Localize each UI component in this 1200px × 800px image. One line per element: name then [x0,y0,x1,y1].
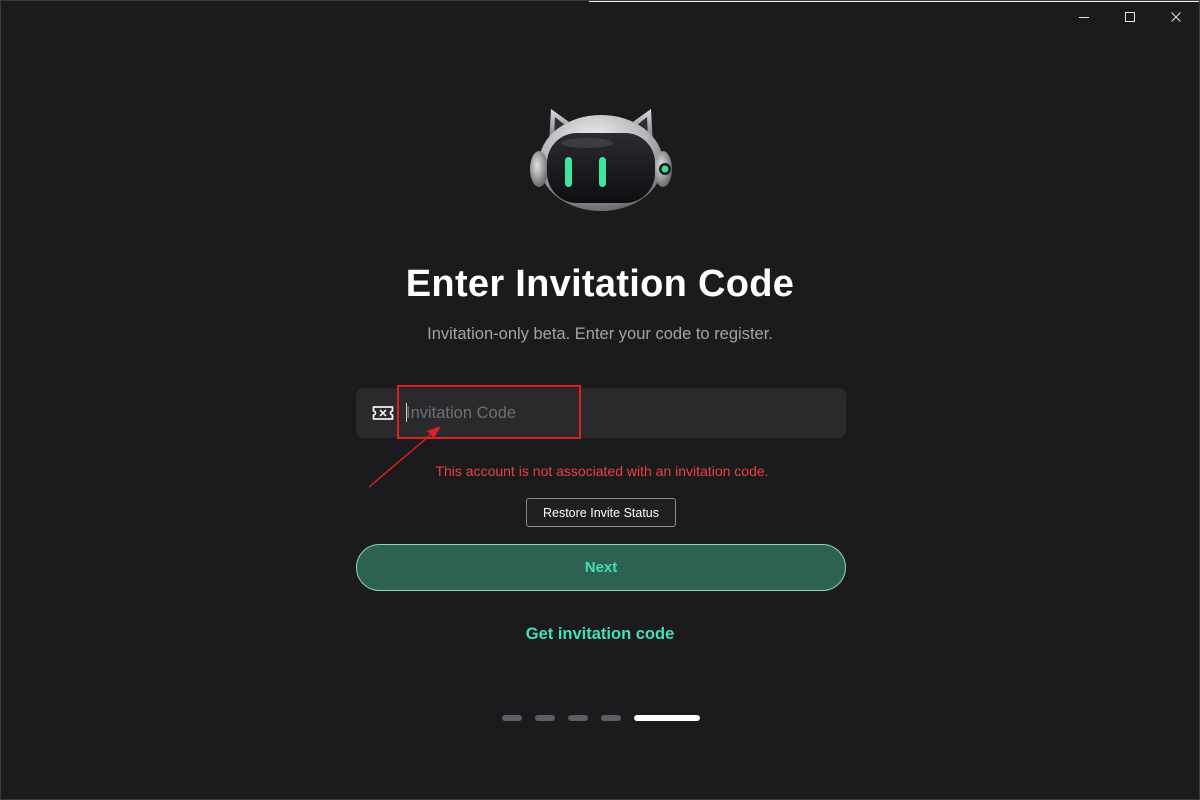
restore-invite-status-button[interactable]: Restore Invite Status [526,498,676,527]
close-button[interactable] [1153,1,1199,33]
maximize-icon [1125,12,1135,22]
app-window: Enter Invitation Code Invitation-only be… [0,0,1200,800]
annotation-arrow-icon [368,426,441,488]
step-dot [601,715,621,721]
page-title: Enter Invitation Code [405,263,795,305]
next-button[interactable]: Next [356,544,846,591]
maximize-button[interactable] [1107,1,1153,33]
close-icon [1171,12,1181,22]
step-indicator [502,715,700,721]
robot-cat-mascot-icon [530,109,672,211]
step-dot [535,715,555,721]
minimize-icon [1079,17,1089,18]
window-controls [1061,1,1199,33]
step-dot [502,715,522,721]
error-message: This account is not associated with an i… [435,463,769,479]
minimize-button[interactable] [1061,1,1107,33]
step-dot [568,715,588,721]
step-dot-active [634,715,700,721]
page-subtitle: Invitation-only beta. Enter your code to… [427,325,773,343]
get-invitation-code-link[interactable]: Get invitation code [1,625,1199,644]
